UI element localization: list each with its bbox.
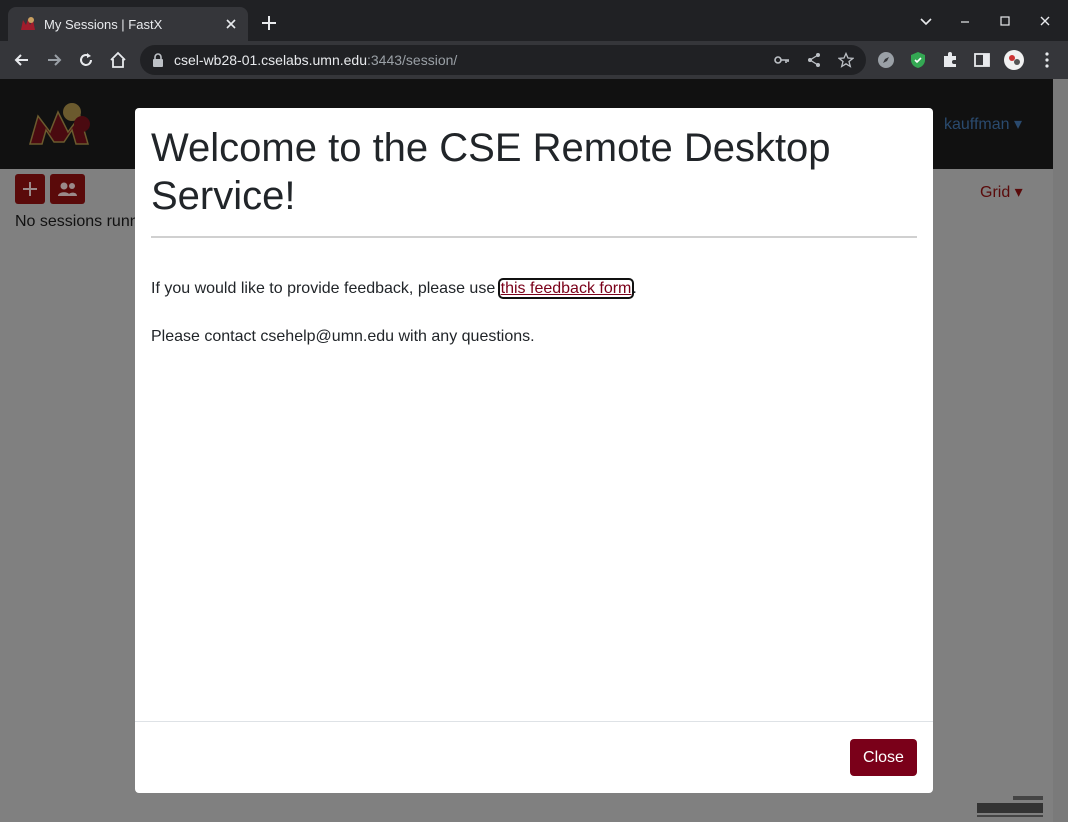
star-bookmark-icon[interactable]	[838, 52, 854, 68]
address-bar[interactable]: csel-wb28-01.cselabs.umn.edu:3443/sessio…	[140, 45, 866, 75]
forward-icon[interactable]	[45, 51, 63, 69]
browser-tab-active[interactable]: My Sessions | FastX	[8, 7, 248, 41]
feedback-paragraph: If you would like to provide feedback, p…	[151, 278, 637, 299]
back-icon[interactable]	[13, 51, 31, 69]
maximize-icon[interactable]	[997, 13, 1013, 29]
extension-compass-icon[interactable]	[876, 50, 896, 70]
minimize-icon[interactable]	[957, 13, 973, 29]
feedback-form-link[interactable]: this feedback form	[497, 278, 635, 299]
more-menu-icon[interactable]	[1037, 50, 1057, 70]
side-panel-icon[interactable]	[972, 50, 992, 70]
no-sessions-text: No sessions runn	[15, 213, 139, 230]
browser-toolbar: csel-wb28-01.cselabs.umn.edu:3443/sessio…	[0, 41, 1068, 79]
home-icon[interactable]	[109, 51, 127, 69]
close-button[interactable]: Close	[850, 739, 917, 776]
page-scrollbar[interactable]	[1053, 79, 1068, 822]
welcome-modal: Welcome to the CSE Remote Desktop Servic…	[135, 108, 933, 793]
key-icon[interactable]	[774, 52, 790, 68]
modal-footer-divider	[135, 721, 933, 722]
user-menu-label: kauffman	[944, 116, 1010, 133]
modal-title: Welcome to the CSE Remote Desktop Servic…	[151, 126, 831, 218]
url-host: csel-wb28-01.cselabs.umn.edu	[174, 52, 367, 68]
add-session-button[interactable]	[15, 174, 45, 204]
extensions-puzzle-icon[interactable]	[940, 50, 960, 70]
view-mode-dropdown[interactable]: Grid ▾	[980, 182, 1023, 202]
browser-tab-strip: My Sessions | FastX	[0, 0, 1068, 41]
share-icon[interactable]	[806, 52, 822, 68]
user-menu-dropdown[interactable]: kauffman ▾	[944, 114, 1022, 134]
tab-close-icon[interactable]	[222, 15, 240, 33]
view-mode-label: Grid	[980, 184, 1011, 201]
tab-search-chevron-icon[interactable]	[918, 13, 934, 29]
users-icon	[58, 182, 77, 196]
feedback-prefix: If you would like to provide feedback, p…	[151, 280, 500, 297]
modal-title-divider	[151, 236, 917, 238]
umn-goldy-logo[interactable]	[28, 98, 103, 150]
feedback-suffix: .	[632, 280, 637, 297]
umn-goldy-favicon-icon	[21, 17, 35, 30]
tab-title: My Sessions | FastX	[44, 17, 163, 32]
new-tab-plus-icon[interactable]	[260, 14, 278, 32]
plus-icon	[23, 182, 37, 196]
url-path: :3443/session/	[367, 52, 458, 68]
reload-icon[interactable]	[77, 51, 95, 69]
url-text: csel-wb28-01.cselabs.umn.edu:3443/sessio…	[174, 52, 457, 68]
profile-avatar[interactable]	[1004, 50, 1024, 70]
window-close-icon[interactable]	[1037, 13, 1053, 29]
contact-paragraph: Please contact csehelp@umn.edu with any …	[151, 328, 535, 345]
starnet-logo	[977, 796, 1043, 817]
shield-extension-icon[interactable]	[908, 50, 928, 70]
lock-icon	[153, 53, 163, 67]
shared-sessions-button[interactable]	[50, 174, 85, 204]
